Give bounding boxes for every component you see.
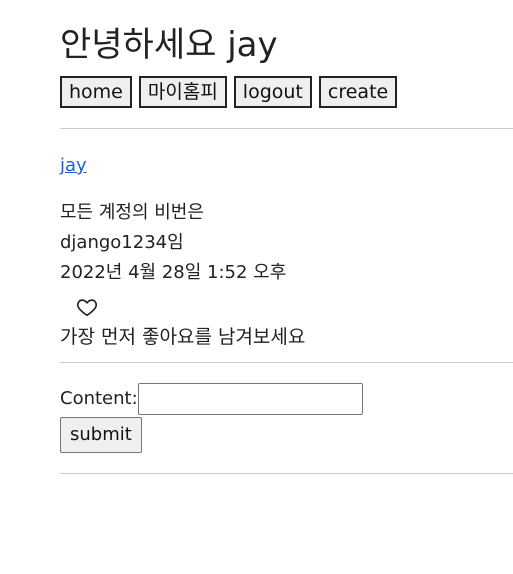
nav-bar: home 마이홈피 logout create (60, 76, 513, 108)
heart-icon[interactable] (76, 296, 98, 318)
content-input[interactable] (137, 383, 363, 415)
page: 안녕하세요 jay home 마이홈피 logout create jay 모든… (0, 0, 513, 474)
content-label: Content: (60, 388, 138, 409)
post-line: django1234임 (60, 232, 184, 253)
post-content: 모든 계정의 비번은 django1234임 2022년 4월 28일 1:52… (60, 198, 513, 288)
like-message: 가장 먼저 좋아요를 남겨보세요 (60, 326, 306, 348)
page-title: 안녕하세요 jay (60, 25, 278, 65)
author-link[interactable]: jay (60, 154, 87, 178)
divider (60, 473, 513, 474)
create-button[interactable]: create (318, 76, 398, 108)
mypage-button[interactable]: 마이홈피 (138, 76, 227, 108)
divider (60, 128, 513, 129)
home-button[interactable]: home (60, 76, 132, 108)
logout-button[interactable]: logout (233, 76, 312, 108)
post-line: 모든 계정의 비번은 (60, 202, 204, 223)
submit-button[interactable]: submit (60, 417, 142, 453)
post-date: 2022년 4월 28일 1:52 오후 (60, 262, 287, 283)
divider (60, 362, 513, 363)
comment-form: Content: submit (60, 383, 513, 453)
